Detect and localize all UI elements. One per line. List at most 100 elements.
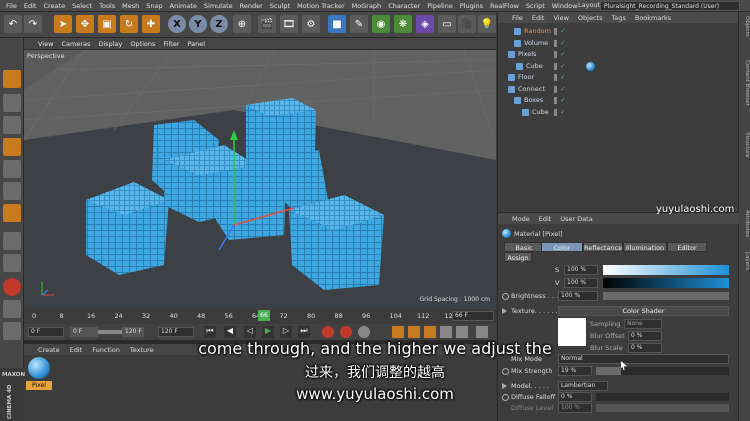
play-icon[interactable]: ▶: [262, 326, 274, 338]
viewport[interactable]: Perspective Grid Spacing : 1000 cm: [24, 50, 496, 308]
render-view-icon[interactable]: 🎬: [258, 15, 276, 33]
side-tab-layers[interactable]: Layers: [740, 252, 750, 270]
object-row[interactable]: Floor ✓: [498, 72, 739, 83]
undo-icon[interactable]: ↶: [4, 15, 22, 33]
material-tag-icon[interactable]: [586, 61, 595, 71]
axis-mode-icon[interactable]: [3, 204, 21, 222]
attribute-menu-mode[interactable]: Mode: [512, 215, 530, 223]
enabled-check-icon[interactable]: ✓: [560, 107, 566, 118]
magnet-icon[interactable]: [3, 300, 21, 318]
make-editable-icon[interactable]: [3, 70, 21, 88]
light-icon[interactable]: 💡: [478, 15, 496, 33]
s-field[interactable]: 100 %: [564, 265, 598, 275]
scale-tool-icon[interactable]: ▣: [98, 15, 116, 33]
object-row[interactable]: Cube ✓: [498, 61, 739, 72]
previous-frame-icon[interactable]: ◁: [244, 326, 256, 338]
start-frame-field[interactable]: 0 F: [28, 327, 64, 337]
diffuse-level-field[interactable]: 100 %: [558, 403, 592, 413]
object-row[interactable]: Pixels ✓: [498, 49, 739, 60]
brightness-animate-icon[interactable]: [502, 293, 509, 300]
x-axis-lock-icon[interactable]: X: [168, 15, 186, 33]
menu-tools[interactable]: Tools: [99, 2, 115, 10]
enabled-check-icon[interactable]: ✓: [560, 84, 566, 95]
array-icon[interactable]: ❋: [394, 15, 412, 33]
tab-color[interactable]: Color: [541, 242, 583, 252]
object-row[interactable]: Boxes ✓: [498, 95, 739, 106]
menu-pipeline[interactable]: Pipeline: [427, 2, 452, 10]
object-row[interactable]: Cube ✓: [498, 107, 739, 118]
menu-select[interactable]: Select: [72, 2, 92, 10]
timeline[interactable]: 0 8 16 24 32 40 48 56 64 72 80 88 96 104 112 120 66 66 …: [24, 308, 496, 324]
enabled-check-icon[interactable]: ✓: [560, 38, 566, 49]
sampling-dropdown[interactable]: None: [624, 319, 662, 329]
attribute-menu-user-data[interactable]: User Data: [560, 215, 592, 223]
camera-icon[interactable]: 🎥: [458, 15, 476, 33]
visibility-dots-icon[interactable]: [554, 28, 557, 35]
render-settings-icon[interactable]: ⚙: [302, 15, 320, 33]
object-row[interactable]: Volume ✓: [498, 38, 739, 49]
brightness-slider[interactable]: [603, 292, 729, 300]
viewport-menu-options[interactable]: Options: [130, 40, 155, 48]
menu-realflow[interactable]: RealFlow: [490, 2, 519, 10]
side-tab-content-browser[interactable]: Content Browser: [740, 60, 750, 106]
enabled-check-icon[interactable]: ✓: [560, 95, 566, 106]
keyframe-selection-icon[interactable]: [358, 326, 370, 338]
visibility-dots-icon[interactable]: [554, 74, 557, 81]
brightness-field[interactable]: 100 %: [558, 291, 598, 301]
v-field[interactable]: 100 %: [564, 278, 598, 288]
rotation-key-icon[interactable]: [424, 326, 436, 338]
menu-simulate[interactable]: Simulate: [204, 2, 233, 10]
viewport-menu-display[interactable]: Display: [98, 40, 122, 48]
redo-icon[interactable]: ↷: [24, 15, 42, 33]
menu-mesh[interactable]: Mesh: [122, 2, 139, 10]
menu-edit[interactable]: Edit: [24, 2, 37, 10]
scale-key-icon[interactable]: [408, 326, 420, 338]
record-icon[interactable]: [322, 326, 334, 338]
deformer-icon[interactable]: ◈: [416, 15, 434, 33]
side-tab-objects[interactable]: Objects: [740, 16, 750, 37]
end-frame-field[interactable]: 120 F: [158, 327, 194, 337]
edges-mode-icon[interactable]: [3, 160, 21, 178]
tab-basic[interactable]: Basic: [504, 242, 544, 252]
snap-icon[interactable]: [3, 254, 21, 272]
workplane-icon[interactable]: [3, 278, 21, 296]
polygons-mode-icon[interactable]: [3, 182, 21, 200]
object-menu-tags[interactable]: Tags: [611, 14, 625, 22]
viewport-menu-filter[interactable]: Filter: [163, 40, 179, 48]
side-tab-attributes[interactable]: Attributes: [740, 210, 750, 237]
y-axis-lock-icon[interactable]: Y: [189, 15, 207, 33]
enabled-check-icon[interactable]: ✓: [560, 61, 566, 72]
visibility-dots-icon[interactable]: [554, 108, 557, 116]
tab-editor[interactable]: Editor: [667, 242, 707, 252]
enabled-check-icon[interactable]: ✓: [560, 72, 566, 83]
next-frame-icon[interactable]: ▷: [280, 326, 292, 338]
autokey-icon[interactable]: [340, 326, 352, 338]
cube-object-icon[interactable]: ■: [328, 15, 346, 33]
layout-dropdown[interactable]: Pluralsight_Recording_Standard (User): [600, 1, 740, 11]
object-menu-file[interactable]: File: [512, 14, 523, 22]
viewport-menu-view[interactable]: View: [38, 40, 53, 48]
texture-shader-button[interactable]: Color Shader: [558, 306, 729, 316]
lock-workplane-icon[interactable]: [3, 322, 21, 340]
object-menu-objects[interactable]: Objects: [578, 14, 603, 22]
menu-sculpt[interactable]: Sculpt: [270, 2, 290, 10]
rotate-tool-icon[interactable]: ↻: [120, 15, 138, 33]
enabled-check-icon[interactable]: ✓: [560, 49, 566, 60]
menu-snap[interactable]: Snap: [146, 2, 162, 10]
viewport-menu-panel[interactable]: Panel: [188, 40, 206, 48]
menu-plugins[interactable]: Plugins: [460, 2, 483, 10]
object-menu-bookmarks[interactable]: Bookmarks: [635, 14, 671, 22]
menu-motion-tracker[interactable]: Motion Tracker: [297, 2, 345, 10]
z-axis-lock-icon[interactable]: Z: [210, 15, 228, 33]
recent-tool-icon[interactable]: ✚: [142, 15, 160, 33]
coordinate-system-icon[interactable]: ⊕: [233, 15, 251, 33]
menu-character[interactable]: Character: [388, 2, 420, 10]
parameter-key-icon[interactable]: [440, 326, 452, 338]
tweak-mode-icon[interactable]: [3, 232, 21, 250]
menu-file[interactable]: File: [6, 2, 17, 10]
menu-animate[interactable]: Animate: [170, 2, 197, 10]
visibility-dots-icon[interactable]: [554, 62, 557, 70]
subdivision-icon[interactable]: ◉: [372, 15, 390, 33]
texture-mode-icon[interactable]: [3, 116, 21, 134]
menu-window[interactable]: Window: [552, 2, 578, 10]
